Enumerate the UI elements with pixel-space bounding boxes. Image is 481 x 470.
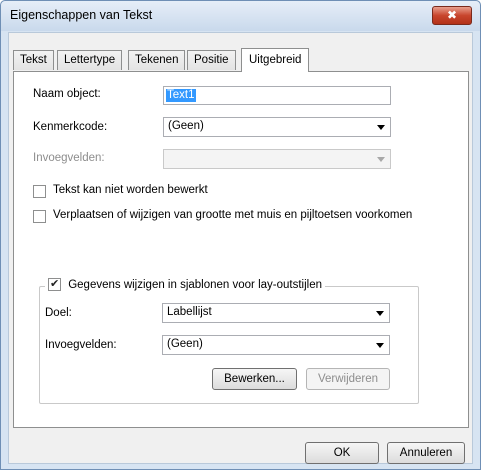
- prevent-move-label: Verplaatsen of wijzigen van grootte met …: [53, 209, 413, 221]
- name-input[interactable]: Text1: [163, 86, 391, 105]
- group-legend: Gegevens wijzigen in sjablonen voor lay-…: [45, 277, 325, 294]
- target-value: Labellijst: [167, 306, 212, 318]
- tab-tekst[interactable]: Tekst: [13, 50, 54, 70]
- chevron-down-icon: [372, 305, 388, 321]
- insert-fields-label: Invoegvelden:: [33, 152, 105, 164]
- edit-button[interactable]: Bewerken...: [212, 368, 297, 390]
- fields-select[interactable]: (Geen): [162, 335, 390, 355]
- dialog-body: Tekst Lettertype Tekenen Positie Uitgebr…: [8, 32, 473, 464]
- fields-value: (Geen): [167, 338, 203, 350]
- window-title: Eigenschappen van Tekst: [10, 8, 153, 22]
- insert-fields-select[interactable]: [163, 149, 391, 169]
- group-legend-label: Gegevens wijzigen in sjablonen voor lay-…: [68, 278, 322, 291]
- title-bar: Eigenschappen van Tekst ✖: [1, 1, 480, 31]
- prevent-move-checkbox[interactable]: [33, 210, 46, 223]
- remove-button[interactable]: Verwijderen: [306, 368, 390, 390]
- no-edit-checkbox[interactable]: [33, 185, 46, 198]
- close-button[interactable]: ✖: [432, 6, 472, 25]
- name-label: Naam object:: [33, 88, 101, 100]
- code-value: (Geen): [168, 120, 204, 132]
- close-icon: ✖: [446, 8, 458, 22]
- code-select[interactable]: (Geen): [163, 117, 391, 137]
- name-value: Text1: [166, 89, 196, 102]
- chevron-down-icon: [373, 151, 389, 167]
- code-label: Kenmerkcode:: [33, 121, 108, 133]
- modify-templates-checkbox[interactable]: [48, 277, 61, 291]
- cancel-button[interactable]: Annuleren: [387, 442, 465, 464]
- dialog-window: Eigenschappen van Tekst ✖ Tekst Letterty…: [0, 0, 481, 470]
- fields-label: Invoegvelden:: [45, 339, 117, 351]
- ok-button[interactable]: OK: [305, 442, 379, 464]
- target-label: Doel:: [45, 307, 72, 319]
- tab-uitgebreid[interactable]: Uitgebreid: [241, 48, 310, 72]
- chevron-down-icon: [373, 119, 389, 135]
- chevron-down-icon: [372, 337, 388, 353]
- tab-positie[interactable]: Positie: [187, 50, 236, 70]
- tab-lettertype[interactable]: Lettertype: [57, 50, 123, 70]
- target-select[interactable]: Labellijst: [162, 303, 390, 323]
- tab-tekenen[interactable]: Tekenen: [128, 50, 186, 70]
- no-edit-label: Tekst kan niet worden bewerkt: [53, 184, 208, 196]
